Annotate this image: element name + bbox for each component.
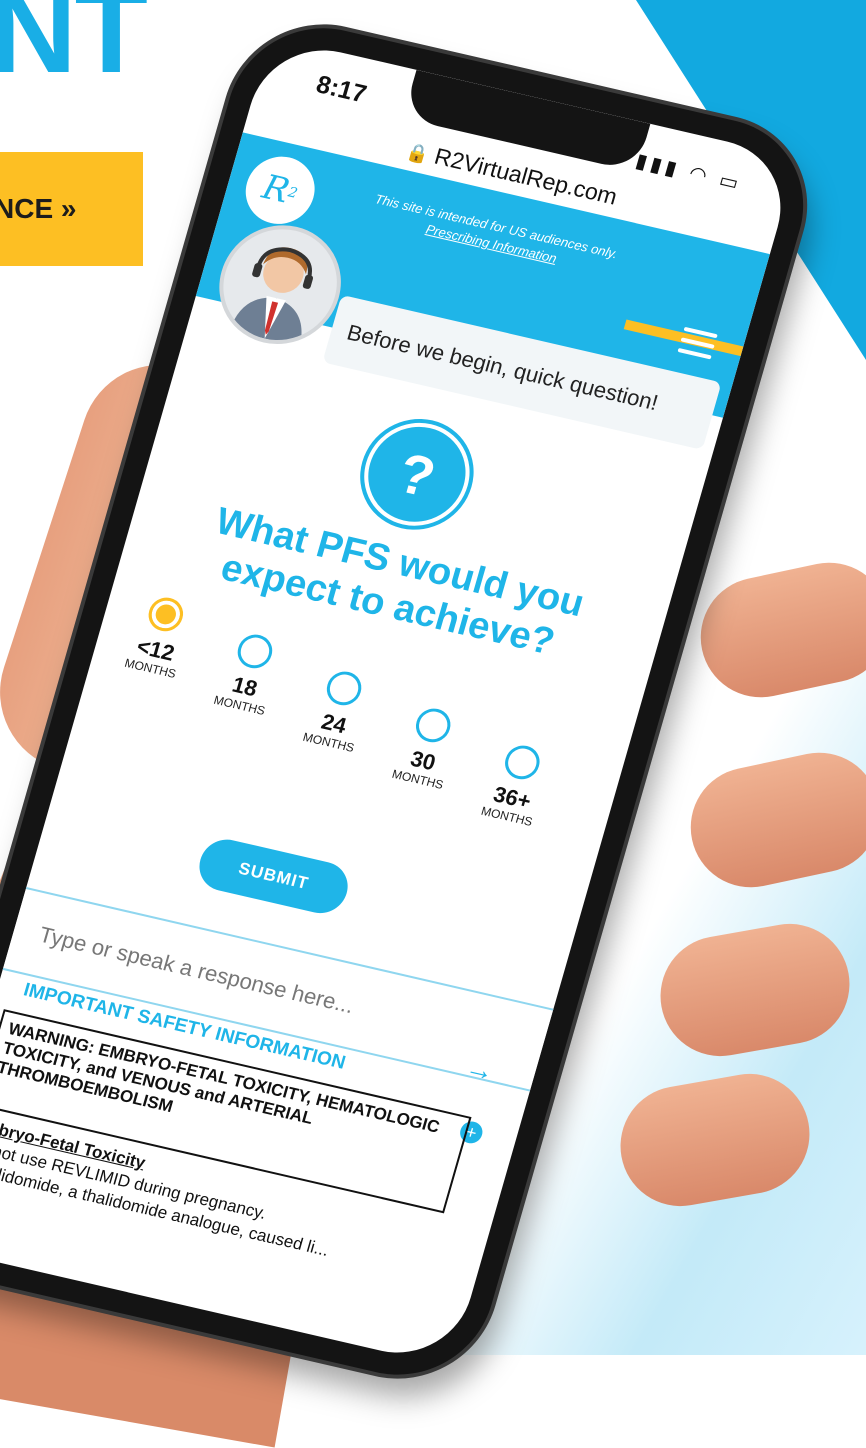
option-lt12[interactable]: <12 MONTHS xyxy=(105,588,215,685)
battery-icon: ▭ xyxy=(716,169,745,196)
background-headline: NT xyxy=(0,0,148,98)
lock-icon: 🔒 xyxy=(404,141,432,166)
radio-button[interactable] xyxy=(501,742,544,783)
radio-button[interactable] xyxy=(322,668,366,709)
signal-icon: ▮▮▮ xyxy=(633,150,684,182)
submit-button[interactable]: SUBMIT xyxy=(193,834,354,919)
hamburger-menu-icon[interactable] xyxy=(676,326,718,366)
option-36plus[interactable]: 36+ MONTHS xyxy=(461,736,571,833)
radio-button[interactable] xyxy=(233,631,277,672)
status-icons: ▮▮▮ ◠ ▭ xyxy=(633,148,746,196)
background-cta-button[interactable]: NCE » xyxy=(0,152,143,266)
option-30[interactable]: 30 MONTHS xyxy=(372,699,482,796)
option-18[interactable]: 18 MONTHS xyxy=(194,625,304,722)
radio-button[interactable] xyxy=(144,594,188,635)
status-time: 8:17 xyxy=(313,70,370,109)
wifi-icon: ◠ xyxy=(686,162,714,189)
question-mark-icon: ? xyxy=(351,412,482,537)
site-logo[interactable]: R2 xyxy=(237,149,323,231)
radio-button[interactable] xyxy=(411,705,455,746)
option-24[interactable]: 24 MONTHS xyxy=(283,662,393,759)
